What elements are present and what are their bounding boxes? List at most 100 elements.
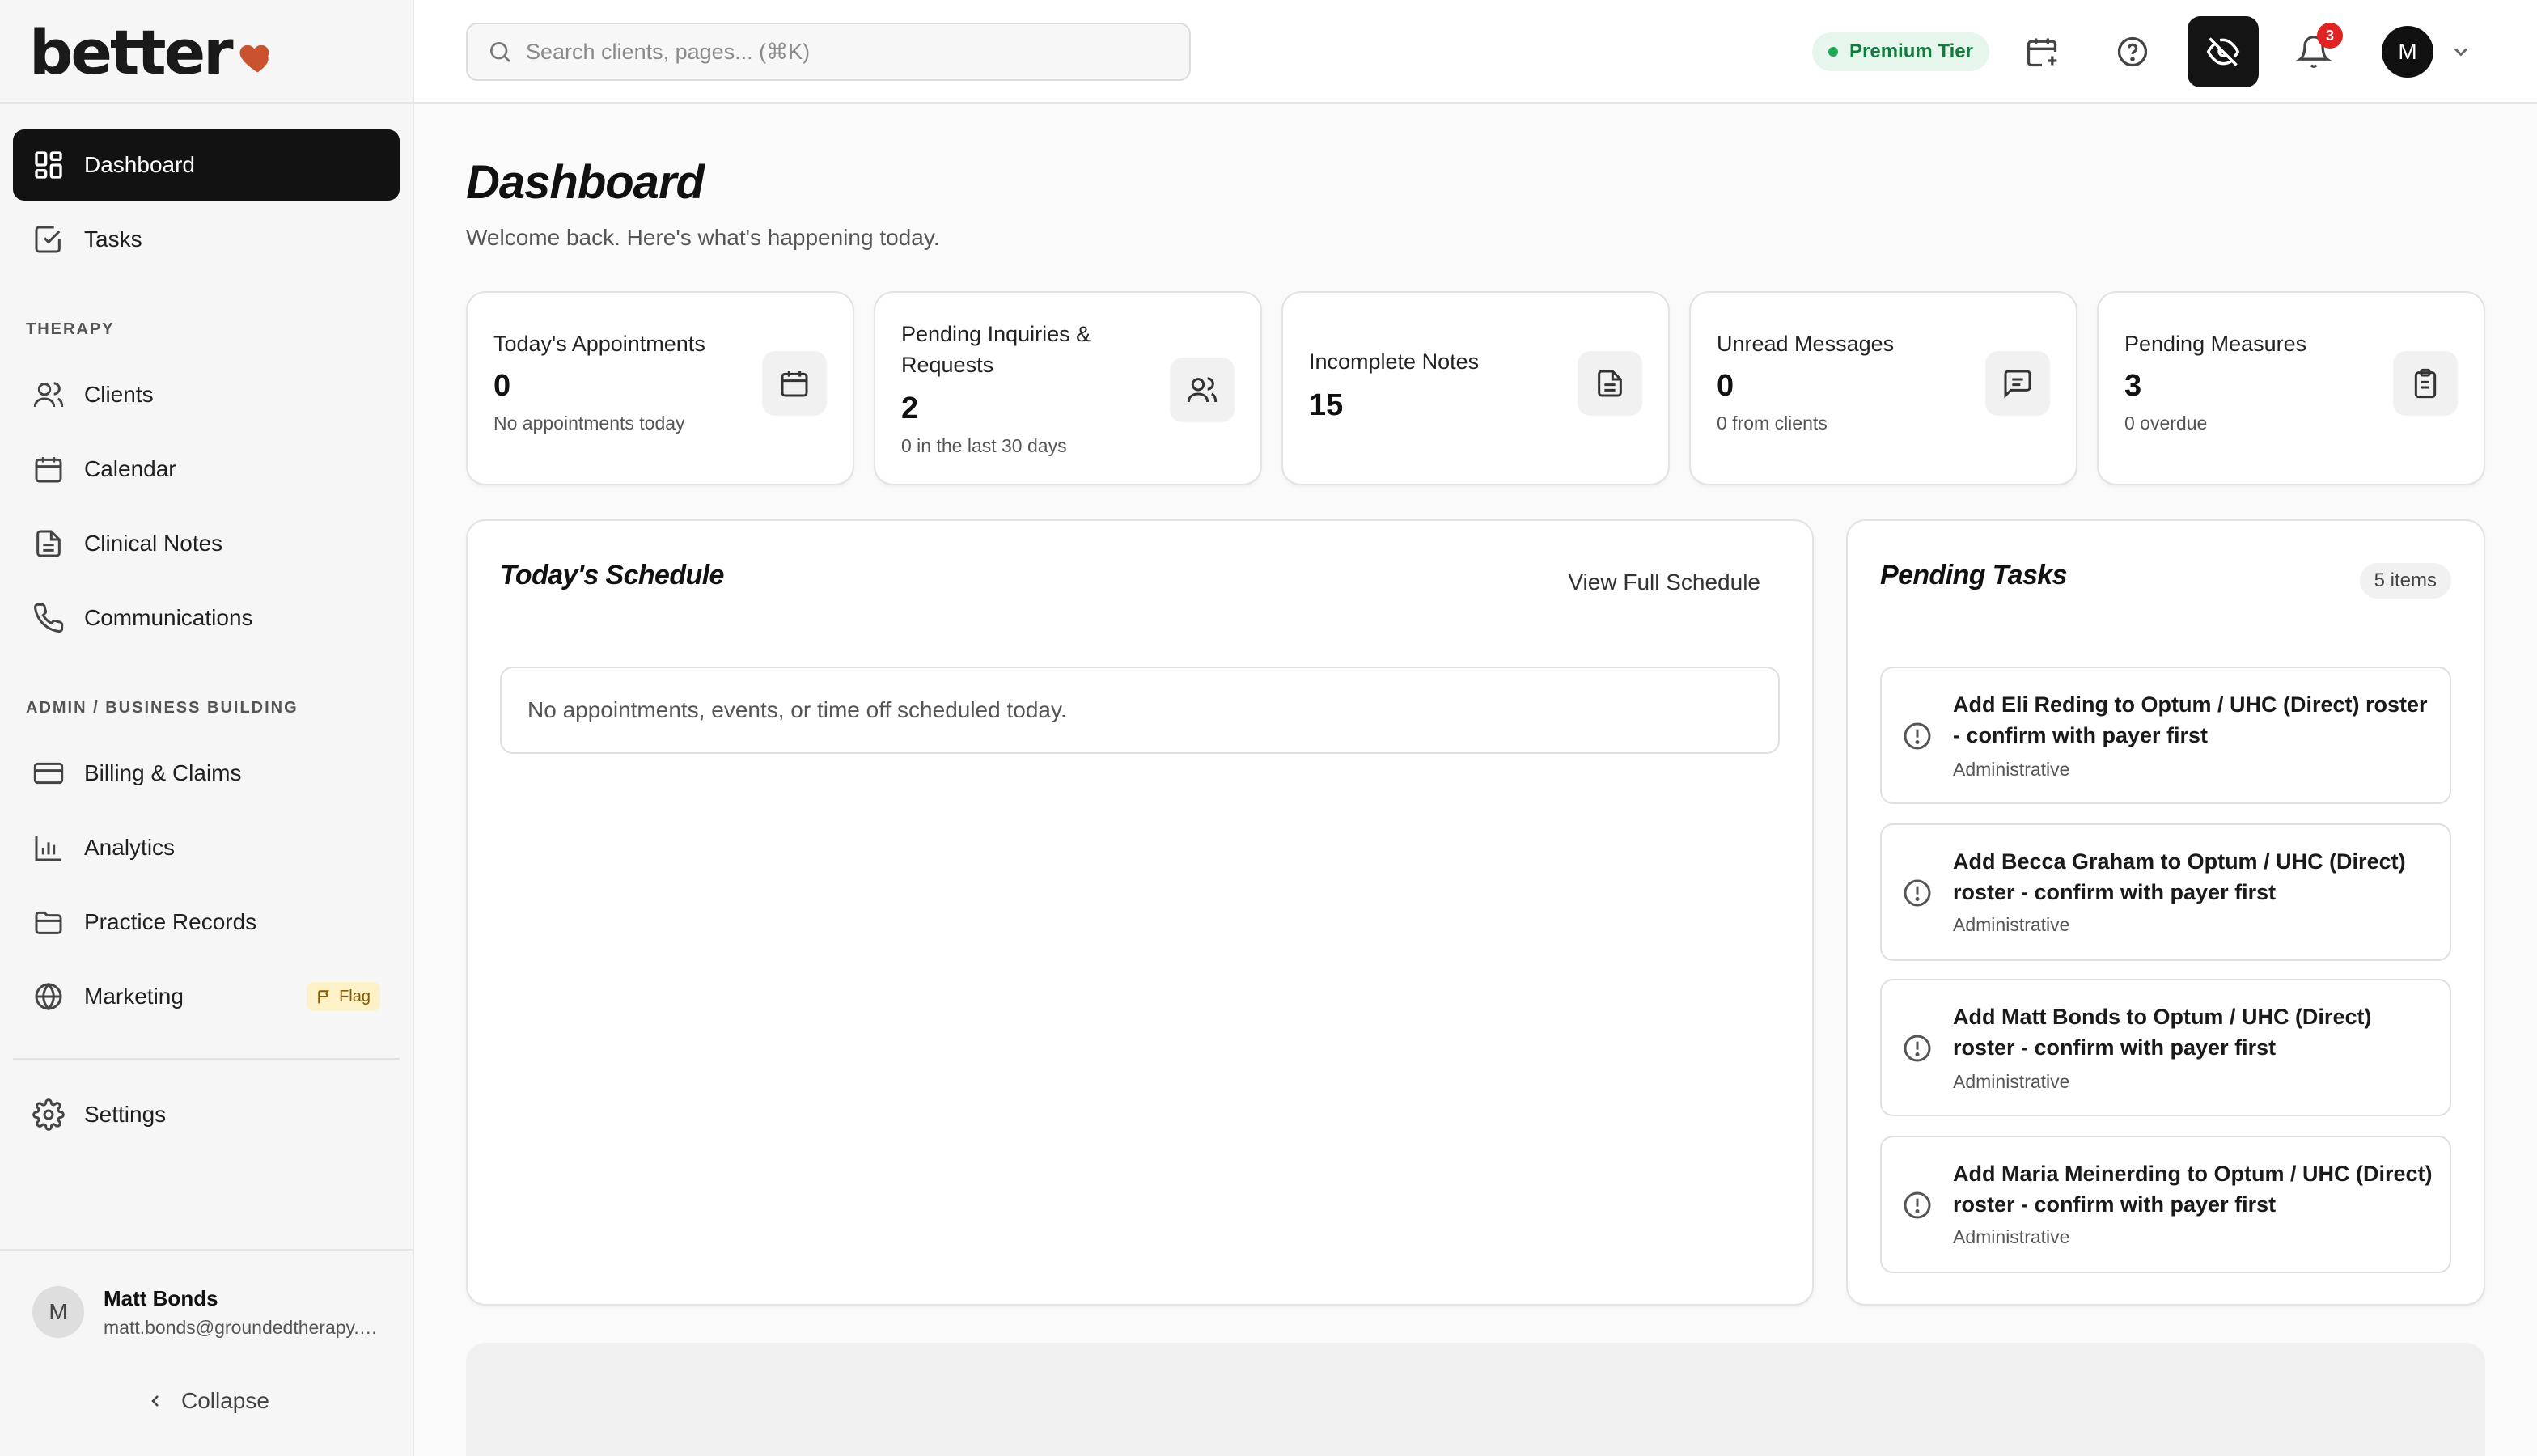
help-circle-icon	[2117, 36, 2148, 67]
stat-card-messages[interactable]: Unread Messages 0 0 from clients	[1689, 291, 2077, 485]
flag-badge-label: Flag	[339, 987, 371, 1005]
gear-icon	[32, 1098, 65, 1131]
task-title: Add Matt Bonds to Optum / UHC (Direct) r…	[1953, 1005, 2372, 1060]
task-item[interactable]: Add Matt Bonds to Optum / UHC (Direct) r…	[1880, 979, 2451, 1116]
stat-subtext: 0 in the last 30 days	[901, 435, 1067, 456]
sidebar-item-label: Settings	[84, 1102, 167, 1127]
alert-circle-icon	[1904, 722, 1931, 750]
stat-subtext: 0 from clients	[1717, 413, 1828, 434]
chevron-down-icon[interactable]	[2450, 40, 2472, 63]
schedule-title: Today's Schedule	[500, 560, 724, 590]
alert-circle-icon	[1904, 1035, 1931, 1062]
stat-card-measures[interactable]: Pending Measures 3 0 overdue	[2097, 291, 2485, 485]
sidebar-item-calendar[interactable]: Calendar	[13, 434, 400, 505]
task-category: Administrative	[1953, 1226, 2070, 1247]
credit-card-icon	[32, 757, 65, 789]
brand-logo[interactable]: better	[29, 16, 275, 88]
stat-value: 2	[901, 392, 919, 425]
flag-icon	[318, 990, 329, 1004]
stat-card-notes[interactable]: Incomplete Notes 15	[1281, 291, 1670, 485]
alert-circle-icon	[1904, 1191, 1931, 1219]
sidebar-item-clients[interactable]: Clients	[13, 359, 400, 430]
folder-icon	[32, 906, 65, 938]
stat-label: Incomplete Notes	[1309, 349, 1480, 374]
stat-subtext: 0 overdue	[2124, 413, 2208, 434]
sidebar-item-marketing[interactable]: Marketing Flag	[13, 961, 400, 1032]
flag-badge: Flag	[307, 982, 380, 1011]
sidebar-item-label: Tasks	[84, 226, 142, 252]
task-category: Administrative	[1953, 759, 2070, 780]
sidebar-item-clinical-notes[interactable]: Clinical Notes	[13, 508, 400, 579]
sidebar-item-dashboard[interactable]: Dashboard	[13, 129, 400, 201]
sidebar-item-label: Analytics	[84, 835, 176, 860]
tier-label: Premium Tier	[1849, 40, 1973, 62]
users-icon	[1170, 358, 1235, 422]
add-event-button[interactable]	[2006, 16, 2077, 87]
user-name: Matt Bonds	[104, 1286, 218, 1310]
task-item[interactable]: Add Eli Reding to Optum / UHC (Direct) r…	[1880, 667, 2451, 804]
tasks-title: Pending Tasks	[1880, 560, 2068, 590]
file-text-icon	[32, 527, 65, 560]
users-icon	[32, 379, 65, 411]
notifications-button[interactable]: 3	[2278, 16, 2349, 87]
account-avatar[interactable]: M	[2382, 26, 2433, 78]
tier-badge: Premium Tier	[1812, 32, 1989, 71]
message-square-icon	[1985, 351, 2050, 416]
file-text-icon	[1578, 351, 1642, 416]
search-input[interactable]	[526, 39, 1141, 65]
schedule-panel: Today's Schedule View Full Schedule No a…	[466, 519, 1814, 1306]
sidebar-item-practice-records[interactable]: Practice Records	[13, 887, 400, 958]
section-label-admin: ADMIN / BUSINESS BUILDING	[26, 699, 299, 717]
schedule-empty-state: No appointments, events, or time off sch…	[500, 667, 1780, 754]
eye-off-icon	[2206, 37, 2240, 66]
task-item[interactable]: Add Maria Meinerding to Optum / UHC (Dir…	[1880, 1136, 2451, 1273]
task-title: Add Eli Reding to Optum / UHC (Direct) r…	[1953, 692, 2428, 747]
sidebar-item-tasks[interactable]: Tasks	[13, 204, 400, 275]
clipboard-icon	[2393, 351, 2458, 416]
task-category: Administrative	[1953, 1071, 2070, 1092]
divider	[13, 1058, 400, 1060]
sidebar-item-analytics[interactable]: Analytics	[13, 812, 400, 883]
task-title: Add Maria Meinerding to Optum / UHC (Dir…	[1953, 1162, 2433, 1217]
check-square-icon	[32, 223, 65, 256]
search-icon	[490, 42, 510, 62]
sidebar-item-settings[interactable]: Settings	[13, 1079, 400, 1150]
stat-label: Pending Inquiries & Requests	[901, 322, 1091, 377]
dashboard-grid-icon	[32, 149, 65, 181]
stat-card-inquiries[interactable]: Pending Inquiries & Requests 2 0 in the …	[874, 291, 1262, 485]
privacy-toggle-button[interactable]	[2188, 16, 2259, 87]
stat-label: Today's Appointments	[493, 332, 705, 356]
collapse-button[interactable]: Collapse	[146, 1388, 269, 1414]
task-title: Add Becca Graham to Optum / UHC (Direct)…	[1953, 849, 2406, 904]
collapse-label: Collapse	[181, 1388, 269, 1413]
sidebar-item-billing[interactable]: Billing & Claims	[13, 738, 400, 809]
divider	[0, 102, 413, 104]
calendar-plus-icon	[2027, 38, 2057, 67]
topbar: Premium Tier 3 M	[414, 0, 2537, 104]
sidebar-item-label: Dashboard	[84, 152, 195, 177]
stat-label: Unread Messages	[1717, 332, 1895, 356]
sidebar-item-label: Calendar	[84, 456, 176, 481]
sidebar-item-label: Clinical Notes	[84, 531, 223, 556]
alert-circle-icon	[1904, 879, 1931, 907]
search-bar[interactable]	[466, 23, 1191, 81]
brand-name: better	[29, 15, 234, 88]
help-button[interactable]	[2097, 16, 2168, 87]
stat-subtext: No appointments today	[493, 413, 685, 434]
user-profile[interactable]: M Matt Bonds matt.bonds@groundedtherapy.…	[0, 1249, 413, 1456]
task-item[interactable]: Add Becca Graham to Optum / UHC (Direct)…	[1880, 823, 2451, 961]
stat-value: 0	[1717, 369, 1734, 403]
calendar-icon	[762, 351, 827, 416]
tasks-panel: Pending Tasks 5 items Add Eli Reding to …	[1846, 519, 2485, 1306]
sidebar-item-communications[interactable]: Communications	[13, 582, 400, 654]
stat-label: Pending Measures	[2124, 332, 2307, 356]
user-email: matt.bonds@groundedtherapy.com	[104, 1317, 387, 1338]
stat-value: 3	[2124, 369, 2142, 403]
page-title: Dashboard	[466, 156, 705, 209]
tasks-count-badge: 5 items	[2359, 563, 2451, 599]
view-full-schedule-button[interactable]: View Full Schedule	[1568, 569, 1760, 595]
chevron-left-icon	[151, 1395, 159, 1407]
stat-card-appointments[interactable]: Today's Appointments 0 No appointments t…	[466, 291, 854, 485]
stat-value: 15	[1309, 388, 1344, 422]
sidebar-item-label: Communications	[84, 605, 253, 630]
